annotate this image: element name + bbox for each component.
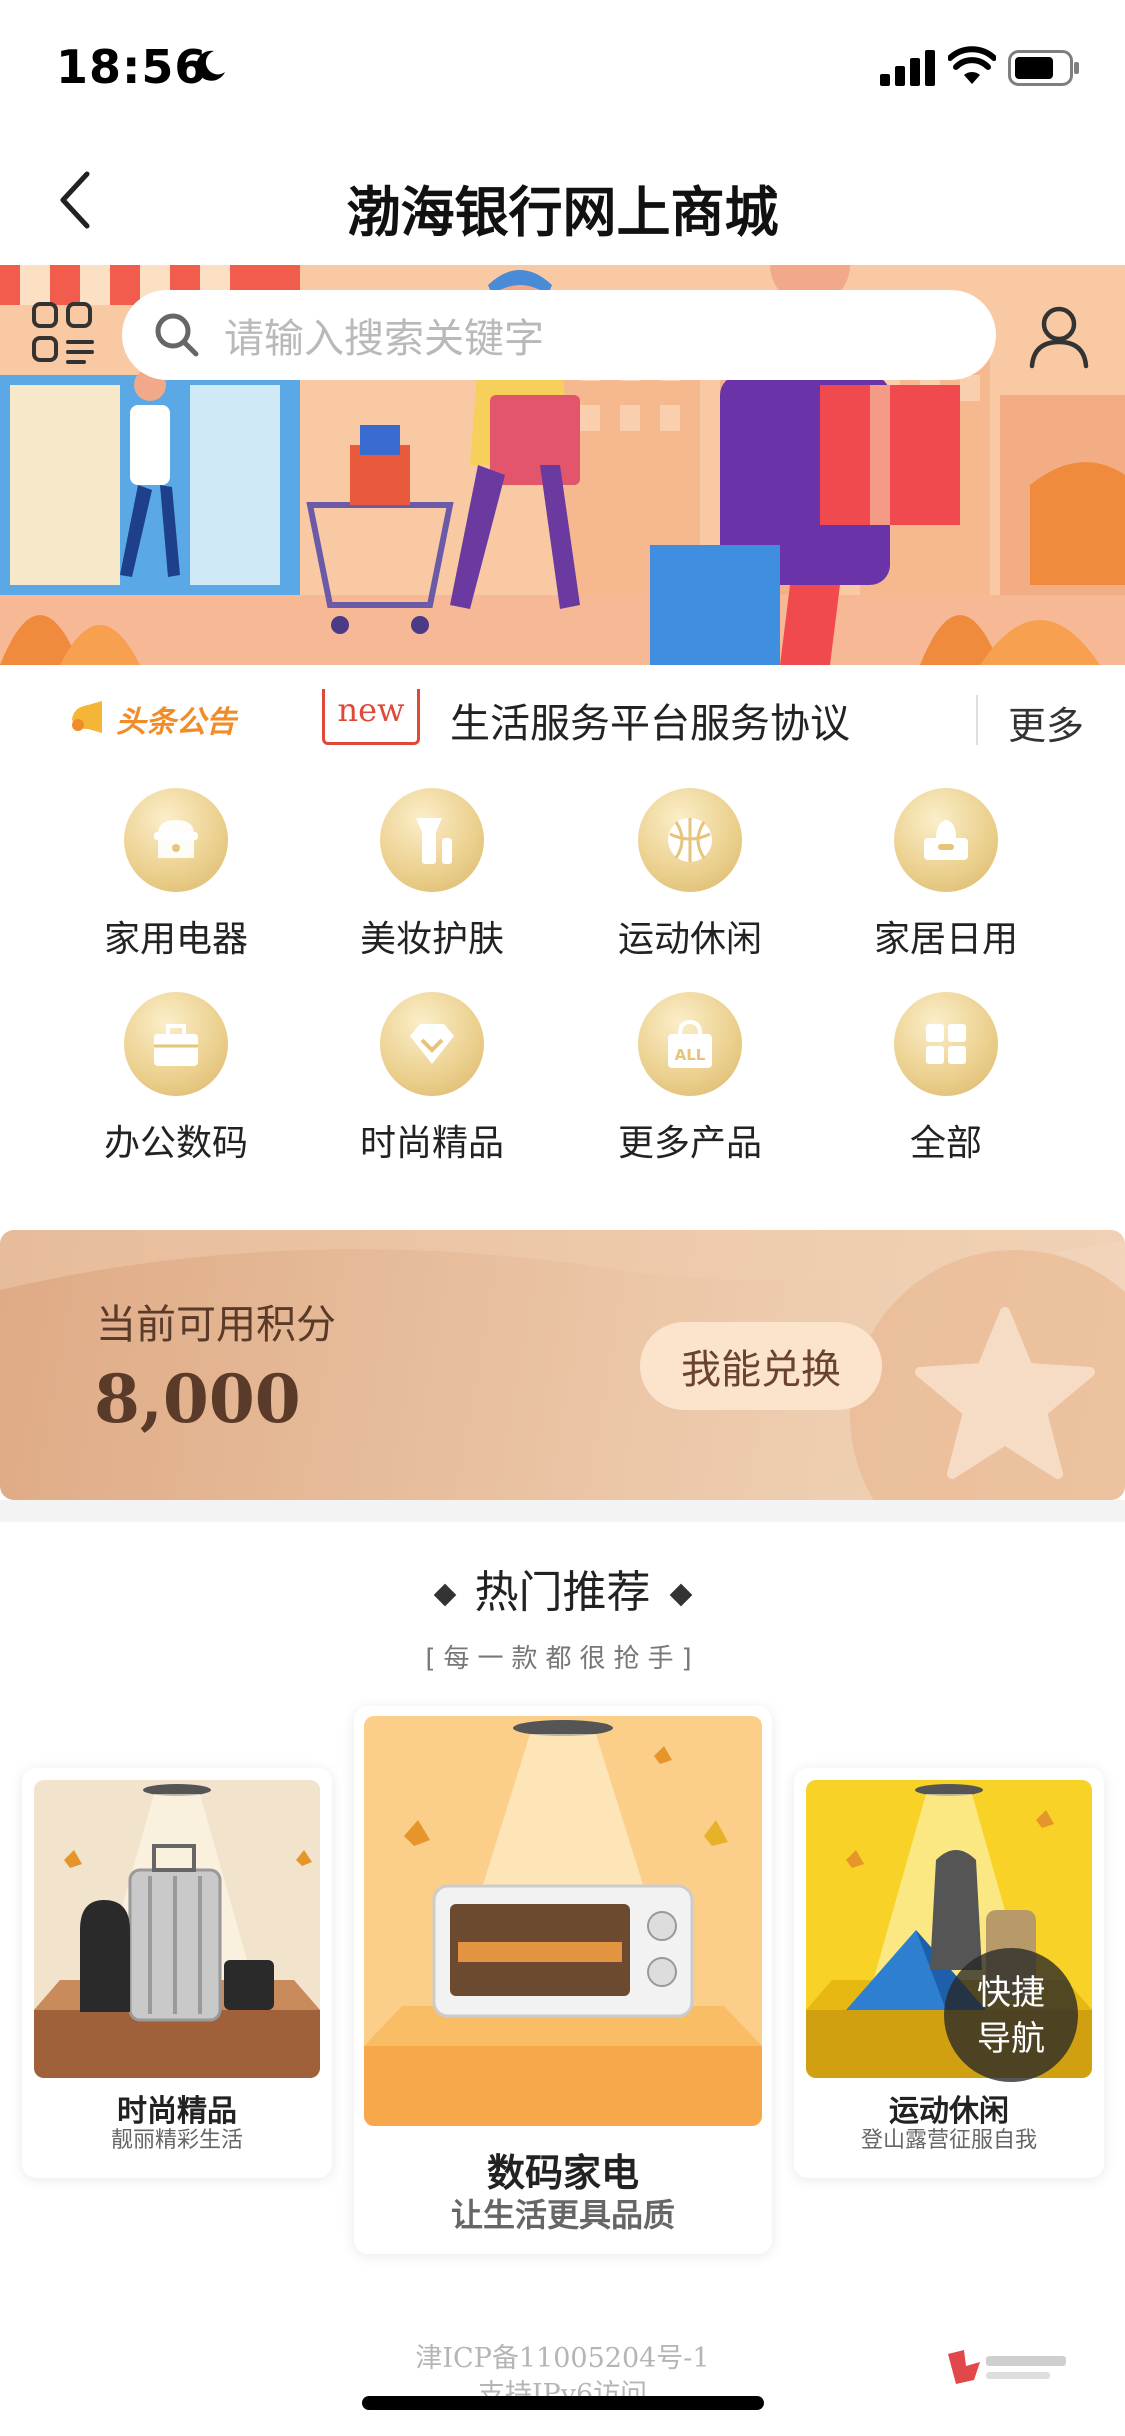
new-badge: new bbox=[322, 689, 420, 745]
points-value: 8,000 bbox=[94, 1360, 301, 1438]
points-card: 当前可用积分 8,000 我能兑换 bbox=[0, 1230, 1125, 1500]
appliance-icon bbox=[124, 788, 228, 892]
grid-icon bbox=[894, 992, 998, 1096]
basketball-icon bbox=[638, 788, 742, 892]
hot-section-title: 热门推荐 bbox=[0, 1556, 1125, 1620]
hero-banner[interactable]: 请输入搜索关键字 bbox=[0, 265, 1125, 665]
headline-notice-logo: 头条公告 bbox=[68, 697, 236, 741]
megaphone-icon bbox=[72, 701, 102, 733]
divider bbox=[976, 695, 978, 745]
diamond-bullet-icon bbox=[669, 1583, 692, 1607]
search-icon bbox=[155, 313, 199, 357]
moon-icon bbox=[196, 50, 225, 81]
points-label: 当前可用积分 bbox=[96, 1302, 336, 1348]
product-card-digital-appliance[interactable]: 数码家电 让生活更具品质 bbox=[354, 1706, 772, 2254]
status-time: 18:56 bbox=[56, 40, 208, 94]
signal-icon bbox=[880, 50, 935, 86]
watermark-logo bbox=[948, 2350, 1066, 2384]
search-placeholder: 请输入搜索关键字 bbox=[224, 316, 544, 362]
redeem-button[interactable]: 我能兑换 bbox=[640, 1322, 882, 1410]
notice-text[interactable]: 生活服务平台服务协议 bbox=[450, 691, 850, 749]
tissue-icon bbox=[894, 788, 998, 892]
menu-grid-icon bbox=[32, 302, 94, 364]
category-sports[interactable]: 运动休闲 bbox=[590, 780, 790, 970]
product-name: 数码家电 bbox=[486, 2151, 639, 2195]
category-fashion[interactable]: 时尚精品 bbox=[332, 984, 532, 1174]
hot-section-subtitle: [每一款都很抢手] bbox=[425, 1644, 700, 1674]
category-cosmetics[interactable]: 美妆护肤 bbox=[332, 780, 532, 970]
category-office[interactable]: 办公数码 bbox=[76, 984, 276, 1174]
product-desc: 登山露营征服自我 bbox=[860, 2128, 1037, 2153]
product-card-fashion[interactable]: 时尚精品 靓丽精彩生活 bbox=[22, 1768, 332, 2178]
diamond-bullet-icon bbox=[433, 1583, 456, 1607]
wifi-icon bbox=[948, 46, 996, 84]
search-input[interactable]: 请输入搜索关键字 bbox=[122, 290, 996, 380]
category-grid: 家用电器 美妆护肤 运动休闲 家居日用 办公数码 时尚精品 ALL 更多产品 全… bbox=[0, 780, 1125, 1190]
user-profile-button[interactable] bbox=[1024, 300, 1094, 370]
category-menu-button[interactable] bbox=[30, 300, 96, 366]
briefcase-icon bbox=[124, 992, 228, 1096]
status-bar: 18:56 bbox=[0, 0, 1125, 140]
cosmetics-icon bbox=[380, 788, 484, 892]
category-more-products[interactable]: ALL 更多产品 bbox=[590, 984, 790, 1174]
product-image bbox=[34, 1780, 320, 2078]
user-icon bbox=[1029, 306, 1089, 369]
all-bag-icon: ALL bbox=[638, 992, 742, 1096]
product-image bbox=[364, 1716, 762, 2126]
announcement-bar[interactable]: 头条公告 new 生活服务平台服务协议 更多 bbox=[0, 665, 1125, 770]
svg-text:ALL: ALL bbox=[675, 1046, 706, 1064]
notice-more-link[interactable]: 更多 bbox=[1008, 695, 1084, 750]
nav-bar: 渤海银行网上商城 bbox=[0, 140, 1125, 265]
category-all[interactable]: 全部 bbox=[846, 984, 1046, 1174]
section-divider bbox=[0, 1500, 1125, 1522]
product-desc: 让生活更具品质 bbox=[450, 2196, 675, 2234]
quick-nav-button[interactable]: 快捷 导航 bbox=[944, 1948, 1078, 2082]
battery-icon bbox=[1008, 50, 1079, 86]
category-appliances[interactable]: 家用电器 bbox=[76, 780, 276, 970]
star-icon bbox=[915, 1307, 1095, 1479]
page-title: 渤海银行网上商城 bbox=[346, 181, 779, 244]
product-desc: 靓丽精彩生活 bbox=[110, 2128, 243, 2153]
category-household[interactable]: 家居日用 bbox=[846, 780, 1046, 970]
diamond-icon bbox=[380, 992, 484, 1096]
home-indicator bbox=[362, 2396, 764, 2410]
